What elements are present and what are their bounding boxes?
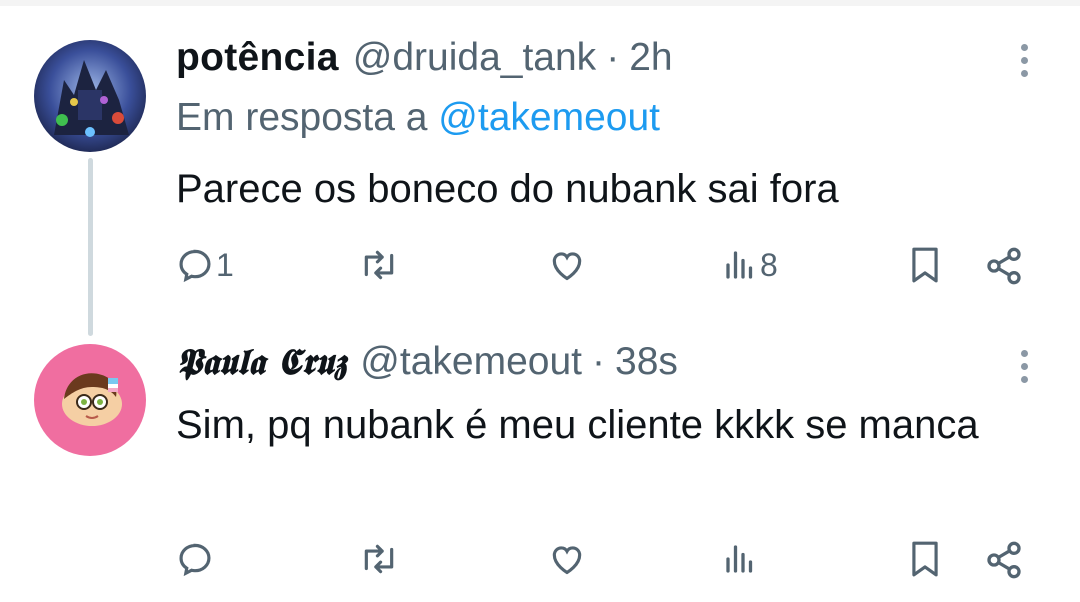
timestamp[interactable]: 38s bbox=[615, 340, 678, 384]
display-name[interactable]: potência bbox=[176, 36, 339, 80]
more-icon[interactable] bbox=[1014, 350, 1034, 390]
tweet-header: 𝕻𝖆𝖚𝖑𝖆 𝕮𝖗𝖚𝖟 @takemeout · 38s bbox=[176, 340, 678, 384]
more-icon[interactable] bbox=[1014, 44, 1034, 84]
display-name[interactable]: 𝕻𝖆𝖚𝖑𝖆 𝕮𝖗𝖚𝖟 bbox=[176, 341, 346, 384]
repost-icon bbox=[364, 544, 394, 574]
share-button[interactable] bbox=[984, 540, 1024, 580]
avatar-potencia[interactable] bbox=[34, 40, 146, 152]
reply-mention-link[interactable]: @takemeout bbox=[438, 96, 660, 139]
share-icon bbox=[987, 541, 1021, 579]
bookmark-icon bbox=[912, 247, 938, 283]
views-count: 8 bbox=[760, 246, 778, 283]
like-button[interactable] bbox=[548, 246, 586, 284]
timestamp[interactable]: 2h bbox=[629, 36, 672, 80]
top-divider bbox=[0, 0, 1080, 6]
reply-context: Em resposta a @takemeout bbox=[176, 96, 660, 140]
reply-prefix: Em resposta a bbox=[176, 96, 428, 139]
bookmark-icon bbox=[912, 541, 938, 577]
repost-icon bbox=[364, 250, 394, 280]
share-button[interactable] bbox=[984, 246, 1024, 286]
views-button[interactable] bbox=[722, 540, 758, 578]
like-button[interactable] bbox=[548, 540, 586, 578]
user-handle[interactable]: @druida_tank bbox=[353, 36, 596, 80]
tweet-text: Sim, pq nubank é meu cliente kkkk se man… bbox=[176, 403, 979, 447]
bookmark-button[interactable] bbox=[908, 246, 942, 284]
separator-dot: · bbox=[592, 340, 605, 383]
tweet-actions: 1 8 bbox=[0, 246, 1080, 290]
reply-icon bbox=[179, 249, 211, 283]
repost-button[interactable] bbox=[358, 246, 400, 284]
reply-button[interactable]: 1 bbox=[176, 246, 234, 284]
reply-icon bbox=[179, 543, 211, 577]
views-button[interactable]: 8 bbox=[722, 246, 778, 284]
like-icon bbox=[552, 252, 582, 281]
tweet-header: potência @druida_tank · 2h bbox=[176, 36, 673, 80]
reply-count: 1 bbox=[216, 246, 234, 283]
repost-button[interactable] bbox=[358, 540, 400, 578]
share-icon bbox=[987, 247, 1021, 285]
separator-dot: · bbox=[606, 36, 620, 79]
avatar-paula-cruz[interactable] bbox=[34, 344, 146, 456]
reply-button[interactable] bbox=[176, 540, 214, 578]
tweet-actions bbox=[0, 540, 1080, 584]
views-icon bbox=[726, 545, 753, 573]
like-icon bbox=[552, 546, 582, 575]
tweet-text: Parece os boneco do nubank sai fora bbox=[176, 167, 839, 211]
bookmark-button[interactable] bbox=[908, 540, 942, 578]
user-handle[interactable]: @takemeout bbox=[360, 340, 582, 384]
views-icon bbox=[726, 251, 753, 279]
